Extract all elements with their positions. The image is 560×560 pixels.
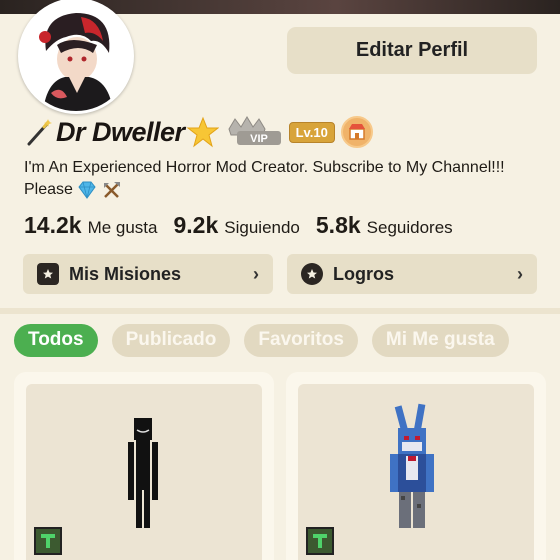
tab-all[interactable]: Todos — [14, 323, 98, 357]
mod-card[interactable] — [286, 372, 546, 560]
missions-label: Mis Misiones — [69, 263, 182, 284]
content-tabs: Todos Publicado Favoritos Mi Me gusta — [14, 323, 523, 357]
level-badge: Lv.10 — [288, 121, 335, 143]
vip-label: VIP — [250, 133, 268, 145]
chevron-right-icon: › — [517, 263, 523, 284]
stat-following[interactable]: 9.2k Siguiendo — [174, 212, 300, 239]
stat-label: Siguiendo — [224, 218, 300, 237]
tab-my-likes[interactable]: Mi Me gusta — [371, 323, 509, 357]
profile-bio: I'm An Experienced Horror Mod Creator. S… — [24, 157, 524, 201]
username: Dr Dweller — [56, 116, 185, 147]
achievements-label: Logros — [333, 263, 394, 284]
star-icon — [186, 116, 219, 148]
avatar-image — [21, 1, 131, 111]
hexagon-star-icon — [301, 263, 323, 285]
stat-value: 5.8k — [315, 212, 361, 238]
profile-stats: 14.2k Me gusta 9.2k Siguiendo 5.8k Segui… — [24, 212, 544, 239]
stat-followers[interactable]: 5.8k Seguidores — [316, 212, 453, 239]
stat-value: 14.2k — [24, 212, 82, 238]
mod-tag-icon — [306, 527, 334, 555]
tools-icon — [103, 181, 120, 198]
crown-vip-icon[interactable]: VIP — [223, 115, 285, 149]
magic-wand-icon — [27, 119, 52, 146]
section-divider — [0, 308, 560, 314]
mod-thumbnail — [298, 384, 534, 560]
diamond-icon — [78, 181, 97, 199]
avatar[interactable] — [18, 0, 134, 114]
bio-text: I'm An Experienced Horror Mod Creator. S… — [24, 159, 505, 198]
chevron-right-icon: › — [253, 263, 259, 284]
stat-label: Seguidores — [366, 218, 453, 237]
stat-likes[interactable]: 14.2k Me gusta — [24, 212, 158, 239]
tab-published[interactable]: Publicado — [111, 323, 231, 357]
tab-favorites[interactable]: Favoritos — [244, 323, 358, 357]
mod-thumbnail — [26, 384, 262, 560]
achievements-button[interactable]: Logros › — [287, 254, 537, 294]
edit-profile-button[interactable]: Editar Perfil — [287, 27, 537, 74]
shop-badge-icon[interactable] — [340, 116, 373, 148]
username-row: Dr Dweller VIP Lv.10 — [24, 112, 373, 152]
missions-button[interactable]: Mis Misiones › — [23, 254, 273, 294]
mod-card[interactable] — [14, 372, 274, 560]
calendar-star-icon — [37, 263, 59, 285]
stat-value: 9.2k — [173, 212, 219, 238]
mod-tag-icon — [34, 527, 62, 555]
stat-label: Me gusta — [87, 218, 158, 237]
